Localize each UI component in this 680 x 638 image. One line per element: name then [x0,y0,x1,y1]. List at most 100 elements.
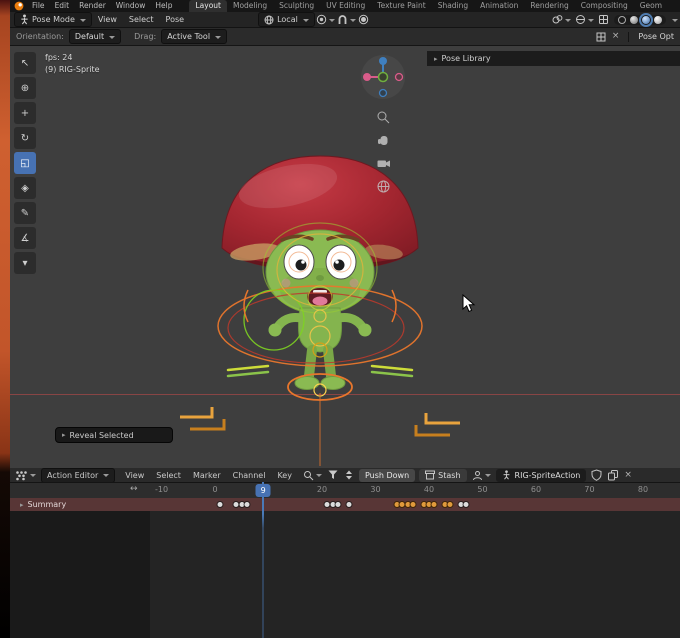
push-down-button[interactable]: Push Down [358,468,416,482]
gizmo-z-axis-neg[interactable] [378,88,388,98]
stash-button[interactable]: Stash [419,468,467,482]
app-menu-item[interactable]: File [27,0,50,12]
drag-dropdown[interactable]: Active Tool [161,29,228,44]
blender-logo-icon[interactable] [14,1,24,11]
mode-dropdown[interactable]: Pose Mode [14,12,92,27]
gizmo-z-axis[interactable] [379,57,387,65]
sort-button[interactable] [344,470,354,480]
xray-button[interactable] [598,14,609,25]
close-icon[interactable]: × [612,32,620,41]
dope-menu-item[interactable]: Select [150,471,187,480]
workspace-tab[interactable]: Texture Paint [371,0,431,12]
playhead-line[interactable] [262,482,265,638]
gizmo-y-axis[interactable] [377,71,389,83]
playhead[interactable]: 9 [255,484,271,497]
workspace-tab[interactable]: Layout [189,0,227,12]
viewport-3d[interactable]: ↖ ⊕ + ↻ ◱ ◈ ✎ ∡ ▾ fps: 24 (9) RIG-Sprite ▸ [10,46,680,468]
workspace-tab[interactable]: UV Editing [320,0,371,12]
orientation-dropdown[interactable]: Default [68,29,122,44]
pose-options-label[interactable]: Pose Opt [638,32,674,41]
zoom-icon[interactable] [376,110,391,125]
keyframe[interactable] [458,502,464,507]
measure-tool[interactable]: ∡ [14,227,36,249]
move-tool[interactable]: + [14,102,36,124]
snap-button[interactable] [337,14,356,25]
shading-rendered-button[interactable] [654,15,662,24]
keyframe[interactable] [244,502,250,507]
pan-hand-icon[interactable] [376,133,391,148]
pose-library-panel-header[interactable]: ▸ Pose Library [427,51,680,66]
keyframe[interactable] [239,502,245,507]
channel-region[interactable] [10,511,150,638]
fake-user-button[interactable] [591,469,602,481]
unlink-action-icon[interactable]: × [624,470,632,480]
workspace-tab[interactable]: Animation [474,0,524,12]
cursor-tool[interactable]: ⊕ [14,77,36,99]
shading-solid-button[interactable] [630,15,638,24]
show-gizmo-button[interactable] [552,14,571,25]
transform-orientation-dropdown[interactable]: Local [258,12,315,27]
dope-menu-item[interactable]: Channel [227,471,272,480]
editor-type-button[interactable] [15,470,36,481]
keyframe[interactable] [335,502,341,507]
operator-panel-reveal-selected[interactable]: ▸ Reveal Selected [55,427,173,443]
more-tools[interactable]: ▾ [14,252,36,274]
rotate-tool[interactable]: ↻ [14,127,36,149]
keyframe[interactable] [431,502,437,507]
workspace-tab[interactable]: Shading [432,0,474,12]
scroll-handle-icon[interactable]: ↔ [130,484,138,494]
keyframe[interactable] [463,502,469,507]
workspace-tab[interactable]: Rendering [524,0,574,12]
keyframe[interactable] [346,502,352,507]
browse-action-button[interactable] [472,470,491,481]
workspace-tab[interactable]: Geom [634,0,668,12]
timeline-ruler[interactable]: ↔ -10 0 20 30 40 50 60 70 80 9 [10,483,680,499]
gizmo-x-axis[interactable] [363,73,371,81]
keyframe[interactable] [410,502,416,507]
shading-material-button[interactable] [639,12,653,27]
workspace-tab[interactable]: Modeling [227,0,273,12]
app-menu-item[interactable]: Render [74,0,111,12]
shading-options-chevron[interactable] [672,18,678,25]
action-name-field[interactable]: RIG-SpriteAction [495,468,587,482]
filter-button[interactable] [328,470,338,480]
app-menu-item[interactable]: Window [111,0,151,12]
keyframe[interactable] [330,502,336,507]
dope-menu-item[interactable]: Key [271,471,298,480]
viewport-menu-item[interactable]: View [92,15,123,24]
keyframe[interactable] [233,502,239,507]
dope-menu-item[interactable]: View [119,471,150,480]
keyframe[interactable] [324,502,330,507]
viewport-menu-item[interactable]: Pose [160,15,191,24]
camera-view-icon[interactable] [376,156,391,171]
keyframe[interactable] [405,502,411,507]
editor-mode-dropdown[interactable]: Action Editor [41,468,116,482]
show-overlays-button[interactable] [575,14,594,25]
keyframe[interactable] [394,502,400,507]
new-action-button[interactable] [608,469,619,481]
dope-menu-item[interactable]: Marker [187,471,227,480]
select-tool[interactable]: ↖ [14,52,36,74]
keyframe[interactable] [399,502,405,507]
perspective-ortho-icon[interactable] [376,179,391,194]
pivot-point-button[interactable] [316,14,335,25]
navigation-gizmo[interactable] [360,54,406,100]
keyframe[interactable] [442,502,448,507]
app-menu-item[interactable]: Edit [50,0,75,12]
proportional-edit-button[interactable] [358,14,369,25]
character-sprite-rig[interactable] [170,140,470,468]
workspace-tab[interactable]: Sculpting [273,0,320,12]
shading-wireframe-button[interactable] [618,15,626,24]
annotate-tool[interactable]: ✎ [14,202,36,224]
gizmo-x-axis-neg[interactable] [394,72,404,82]
transform-tool[interactable]: ◈ [14,177,36,199]
search-button[interactable] [303,470,322,481]
editor-layout-button[interactable] [596,32,606,42]
scale-tool[interactable]: ◱ [14,152,36,174]
keyframe[interactable] [421,502,427,507]
app-menu-item[interactable]: Help [150,0,177,12]
keyframe[interactable] [447,502,453,507]
viewport-menu-item[interactable]: Select [123,15,160,24]
keyframe[interactable] [217,502,223,507]
keyframe[interactable] [426,502,432,507]
